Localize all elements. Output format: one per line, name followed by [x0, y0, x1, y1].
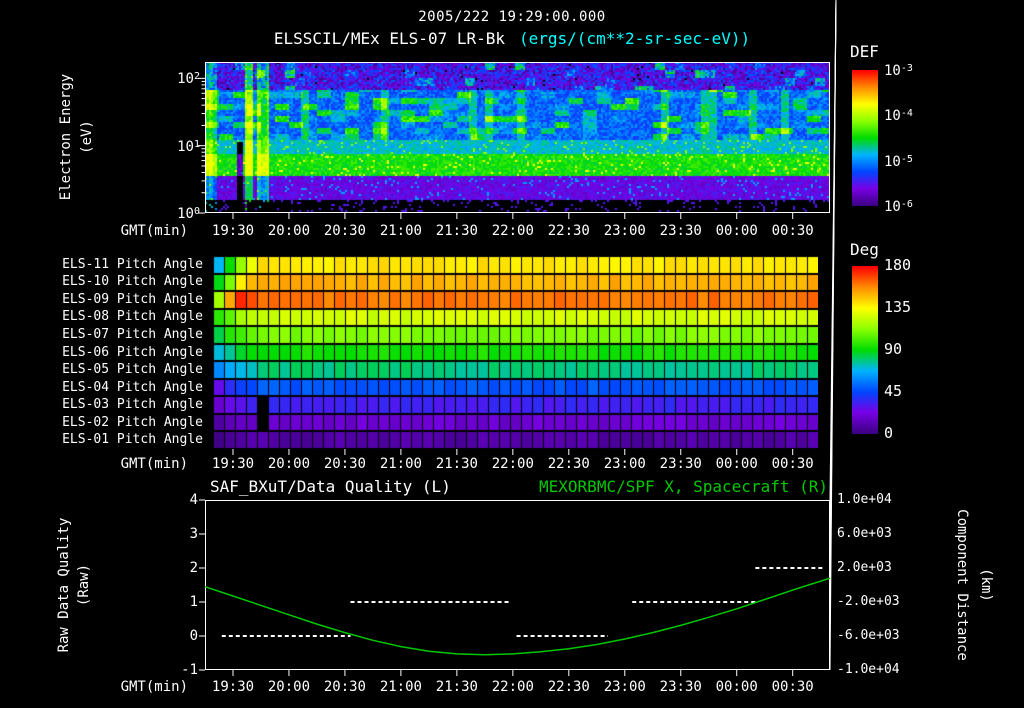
deg-colorbar-tick-label: 135 [884, 298, 912, 316]
spectrogram-x-tick-label: 19:30 [211, 223, 255, 239]
def-colorbar-tick-label: 10-4 [884, 108, 913, 125]
distance-right-tick-label: -1.0e+04 [837, 662, 900, 677]
deg-colorbar [852, 266, 878, 434]
undefined [829, 0, 837, 671]
pitch-row-label: ELS-08 Pitch Angle [62, 309, 203, 325]
spectrogram-x-tick-label: 22:30 [547, 223, 590, 239]
pitch-x-axis-title: GMT(min) [120, 456, 188, 472]
units-label: (ergs/(cm**2-sr-sec-eV)) [519, 29, 751, 48]
quality-y-axis-label-line1: Raw Data Quality [56, 517, 72, 653]
pitch-row-label: ELS-11 Pitch Angle [62, 256, 203, 272]
quality-x-tick-label: 22:30 [547, 679, 590, 695]
quality-left-tick-label: 0 [189, 628, 198, 644]
pitch-x-tick-label: 22:30 [547, 456, 590, 472]
spectrogram-x-axis-title: GMT(min) [120, 223, 188, 239]
pitch-row-label: ELS-05 Pitch Angle [62, 362, 203, 378]
timestamp-title: 2005/222 19:29:00.000 [418, 9, 606, 25]
pitch-row-label: ELS-06 Pitch Angle [62, 344, 203, 360]
pitch-angle-heatmap-canvas [213, 256, 818, 449]
quality-x-tick-label: 21:00 [379, 679, 422, 695]
spectrogram-y-axis-label-line1: Electron Energy [58, 73, 74, 201]
def-colorbar-title: DEF [850, 42, 879, 61]
undefined [829, 0, 837, 535]
pitch-row-label: ELS-01 Pitch Angle [62, 432, 203, 448]
pitch-row-label: ELS-10 Pitch Angle [62, 274, 203, 290]
quality-left-tick-label: -1 [181, 662, 198, 678]
distance-right-tick-label: 2.0e+03 [837, 560, 892, 575]
distance-right-tick-label: -6.0e+03 [837, 628, 900, 643]
undefined [829, 0, 837, 501]
spectrogram-x-tick-label: 00:30 [771, 223, 814, 239]
deg-colorbar-tick-label: 90 [884, 340, 903, 358]
pitch-x-tick-label: 21:00 [379, 456, 422, 472]
pitch-x-tick-label: 20:30 [323, 456, 366, 472]
pitch-row-label: ELS-04 Pitch Angle [62, 379, 203, 395]
undefined [829, 0, 837, 569]
spectrogram-x-tick-label: 21:30 [435, 223, 478, 239]
pitch-row-label: ELS-07 Pitch Angle [62, 326, 203, 342]
quality-x-tick-label: 00:30 [771, 679, 814, 695]
def-colorbar-tick-label: 10-6 [884, 198, 913, 215]
pitch-row-label: ELS-09 Pitch Angle [62, 291, 203, 307]
spectrogram-x-tick-label: 22:00 [491, 223, 534, 239]
quality-series-title: SAF_BXuT/Data Quality (L) [210, 477, 451, 496]
quality-x-tick-label: 23:00 [603, 679, 646, 695]
distance-right-tick-label: 1.0e+04 [837, 492, 892, 507]
def-colorbar-tick-label: 10-5 [884, 153, 913, 170]
deg-colorbar-title: Deg [850, 240, 879, 259]
mex-els-plot-screen: 2005/222 19:29:00.000 ELSSCIL/MEx ELS-07… [0, 0, 1024, 708]
instrument-label: ELSSCIL/MEx ELS-07 LR-Bk [273, 29, 505, 48]
electron-energy-spectrogram-canvas [205, 62, 830, 213]
pitch-row-label: ELS-03 Pitch Angle [62, 397, 203, 413]
pitch-x-tick-label: 23:30 [659, 456, 702, 472]
undefined [829, 0, 837, 637]
pitch-x-tick-label: 21:30 [435, 456, 478, 472]
distance-right-tick-label: -2.0e+03 [837, 594, 900, 609]
spectrogram-x-tick-label: 23:00 [603, 223, 646, 239]
spectrogram-y-tick-label: 100 [177, 206, 200, 222]
pitch-x-tick-label: 23:00 [603, 456, 646, 472]
pitch-x-tick-label: 00:00 [715, 456, 758, 472]
quality-left-tick-label: 1 [189, 594, 198, 610]
undefined [829, 0, 837, 603]
quality-x-tick-label: 22:00 [491, 679, 534, 695]
spectrogram-x-tick-label: 20:00 [267, 223, 311, 239]
pitch-x-tick-label: 00:30 [771, 456, 814, 472]
quality-x-tick-label: 23:30 [659, 679, 702, 695]
spectrogram-y-axis-label-line2: (eV) [79, 120, 95, 154]
spectrogram-x-tick-label: 21:00 [379, 223, 422, 239]
spacecraft-x-distance-curve [204, 577, 831, 656]
distance-series-title: MEXORBMC/SPF X, Spacecraft (R) [539, 477, 828, 496]
quality-plot-frame [205, 500, 830, 670]
quality-x-tick-label: 20:00 [267, 679, 311, 695]
pitch-x-tick-label: 19:30 [211, 456, 255, 472]
quality-y-axis-label-line2: (Raw) [76, 563, 92, 607]
quality-x-tick-label: 19:30 [211, 679, 255, 695]
def-colorbar-tick-label: 10-3 [884, 63, 913, 79]
quality-x-tick-label: 20:30 [323, 679, 366, 695]
distance-y-axis-label-line2: (km) [978, 568, 994, 602]
pitch-x-tick-label: 22:00 [491, 456, 534, 472]
quality-left-tick-label: 2 [189, 560, 198, 576]
spectrogram-x-tick-label: 23:30 [659, 223, 702, 239]
deg-colorbar-tick-label: 45 [884, 382, 903, 400]
quality-x-axis-title: GMT(min) [120, 679, 188, 695]
spectrogram-y-tick-label: 101 [177, 138, 200, 155]
pitch-x-tick-label: 20:00 [267, 456, 311, 472]
def-colorbar [852, 70, 878, 206]
spectrogram-x-tick-label: 20:30 [323, 223, 366, 239]
distance-y-axis-label-line1: Component Distance [954, 509, 970, 661]
deg-colorbar-tick-label: 180 [884, 256, 912, 274]
quality-x-tick-label: 00:00 [715, 679, 758, 695]
quality-x-tick-label: 21:30 [435, 679, 478, 695]
spectrogram-x-tick-label: 00:00 [715, 223, 758, 239]
quality-left-tick-label: 3 [189, 526, 198, 542]
distance-right-tick-label: 6.0e+03 [837, 526, 892, 541]
deg-colorbar-tick-label: 0 [884, 424, 894, 442]
spectrogram-y-tick-label: 102 [177, 71, 200, 88]
pitch-row-label: ELS-02 Pitch Angle [62, 414, 203, 430]
quality-left-tick-label: 4 [189, 492, 198, 508]
